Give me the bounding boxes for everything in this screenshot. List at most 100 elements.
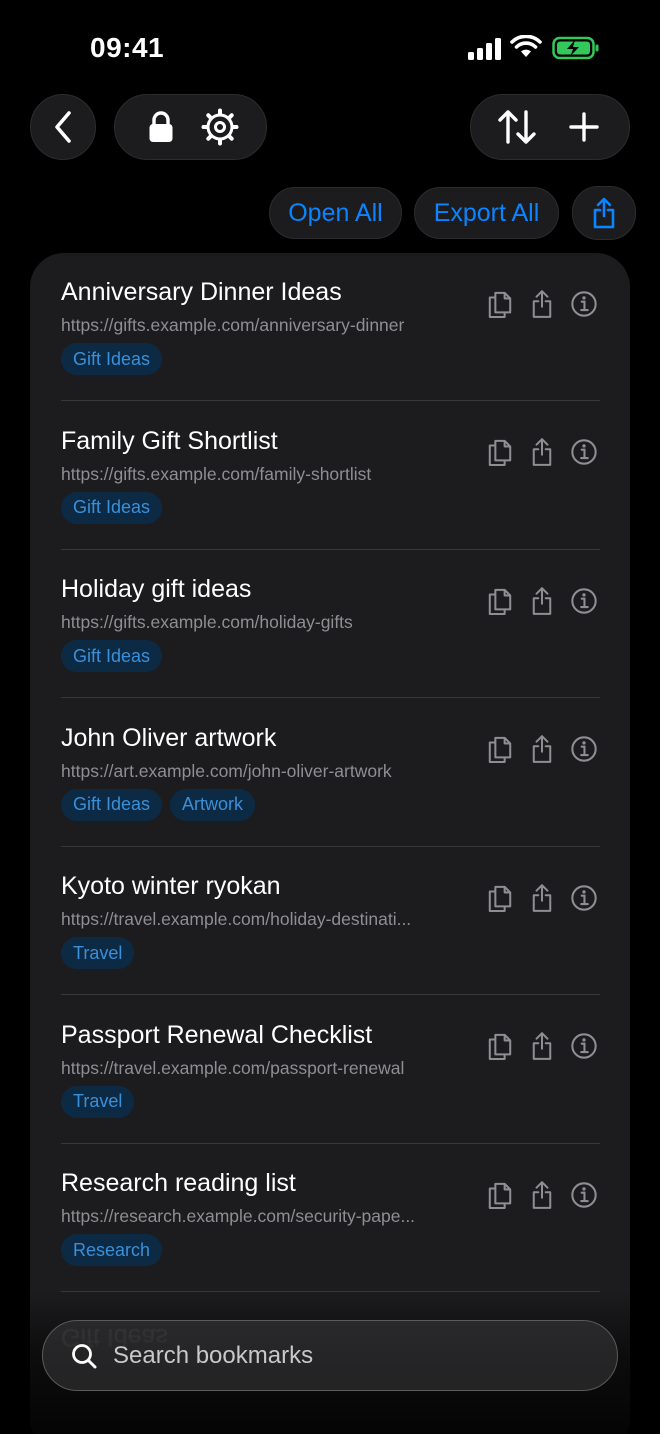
info-button[interactable] bbox=[569, 586, 599, 620]
bookmark-title: Holiday gift ideas bbox=[61, 575, 252, 603]
share-button[interactable] bbox=[527, 1180, 557, 1214]
tag-list: Gift Ideas bbox=[61, 491, 163, 524]
info-icon bbox=[570, 290, 598, 323]
search-icon bbox=[72, 1343, 97, 1368]
copy-button[interactable] bbox=[485, 586, 515, 620]
tag-chip[interactable]: Gift Ideas bbox=[61, 788, 163, 821]
tag-chip[interactable]: Gift Ideas bbox=[61, 343, 163, 375]
tag-chip[interactable]: Gift Ideas bbox=[61, 640, 163, 672]
bookmark-title: Passport Renewal Checklist bbox=[61, 1020, 373, 1049]
copy-button[interactable] bbox=[485, 1180, 515, 1214]
bookmark-url: https://travel.example.com/passport-rene… bbox=[61, 1057, 405, 1078]
bookmark-url: https://research.example.com/security-pa… bbox=[61, 1206, 416, 1226]
share-button[interactable] bbox=[527, 289, 557, 323]
info-button[interactable] bbox=[569, 735, 599, 769]
row-actions bbox=[485, 438, 599, 472]
share-all-button[interactable] bbox=[572, 186, 636, 240]
bookmark-url: https://gifts.example.com/holiday-gifts bbox=[61, 612, 353, 632]
bookmark-title: Anniversary Dinner Ideas bbox=[61, 278, 342, 306]
share-icon bbox=[531, 1031, 553, 1066]
tag-chip[interactable]: Travel bbox=[61, 937, 135, 969]
info-icon bbox=[570, 1032, 598, 1065]
bookmark-title: Research reading list bbox=[61, 1169, 296, 1197]
row-actions bbox=[485, 1180, 599, 1214]
share-icon bbox=[531, 734, 553, 769]
info-button[interactable] bbox=[569, 438, 599, 472]
open-all-button[interactable]: Open All bbox=[269, 187, 402, 239]
info-button[interactable] bbox=[569, 883, 599, 917]
info-button[interactable] bbox=[569, 1180, 599, 1214]
copy-icon bbox=[487, 586, 513, 621]
search-bar[interactable] bbox=[42, 1320, 618, 1391]
share-button[interactable] bbox=[527, 735, 557, 769]
chevron-left-icon bbox=[55, 111, 71, 143]
add-bookmark-button[interactable] bbox=[562, 105, 606, 149]
share-button[interactable] bbox=[527, 438, 557, 472]
copy-button[interactable] bbox=[485, 735, 515, 769]
bookmark-row[interactable]: Passport Renewal Checklist https://trave… bbox=[30, 996, 630, 1144]
copy-button[interactable] bbox=[485, 289, 515, 323]
tag-list: Gift Ideas bbox=[61, 640, 163, 672]
share-icon bbox=[531, 883, 553, 918]
row-actions bbox=[485, 1032, 599, 1066]
bookmark-row[interactable]: Family Gift Shortlist https://gifts.exam… bbox=[30, 402, 630, 550]
row-actions bbox=[485, 883, 599, 917]
bookmark-row[interactable]: John Oliver artwork https://art.example.… bbox=[30, 699, 630, 847]
copy-icon bbox=[487, 734, 513, 769]
share-button[interactable] bbox=[527, 1032, 557, 1066]
info-icon bbox=[570, 1181, 598, 1214]
info-icon bbox=[570, 884, 598, 917]
tag-chip[interactable]: Gift Ideas bbox=[61, 491, 163, 524]
copy-button[interactable] bbox=[485, 438, 515, 472]
info-icon bbox=[570, 438, 598, 471]
tag-list: Travel bbox=[61, 1085, 135, 1118]
tag-chip[interactable]: Artwork bbox=[170, 788, 256, 821]
bookmark-url: https://art.example.com/john-oliver-artw… bbox=[61, 760, 392, 781]
bookmark-row[interactable]: Kyoto winter ryokan https://travel.examp… bbox=[30, 847, 630, 995]
share-button[interactable] bbox=[527, 883, 557, 917]
info-button[interactable] bbox=[569, 1032, 599, 1066]
tag-chip[interactable]: Research bbox=[61, 1234, 163, 1266]
copy-icon bbox=[487, 883, 513, 918]
copy-button[interactable] bbox=[485, 883, 515, 917]
row-actions bbox=[485, 735, 599, 769]
status-bar: 09:41 bbox=[0, 0, 660, 96]
copy-icon bbox=[487, 1031, 513, 1066]
copy-icon bbox=[487, 437, 513, 472]
row-divider bbox=[61, 1291, 600, 1292]
bookmark-row[interactable]: Anniversary Dinner Ideas https://gifts.e… bbox=[30, 253, 630, 401]
share-button[interactable] bbox=[527, 586, 557, 620]
share-icon bbox=[531, 289, 553, 324]
sort-button[interactable] bbox=[495, 105, 539, 149]
back-button[interactable] bbox=[30, 94, 96, 160]
bookmark-list: Anniversary Dinner Ideas https://gifts.e… bbox=[30, 253, 630, 1434]
tag-list: Travel bbox=[61, 937, 135, 969]
row-actions bbox=[485, 289, 599, 323]
bookmark-url: https://travel.example.com/holiday-desti… bbox=[61, 909, 412, 929]
copy-button[interactable] bbox=[485, 1032, 515, 1066]
tag-chip[interactable]: Travel bbox=[61, 1085, 135, 1118]
bookmark-title: Family Gift Shortlist bbox=[61, 426, 278, 455]
info-button[interactable] bbox=[569, 289, 599, 323]
bookmark-row[interactable]: Research reading list https://research.e… bbox=[30, 1144, 630, 1292]
bookmark-row[interactable]: Holiday gift ideas https://gifts.example… bbox=[30, 550, 630, 698]
search-input[interactable] bbox=[113, 1341, 553, 1370]
bookmark-url: https://gifts.example.com/anniversary-di… bbox=[61, 315, 405, 335]
lock-icon bbox=[149, 111, 173, 142]
settings-button[interactable] bbox=[198, 105, 242, 149]
bookmark-url: https://gifts.example.com/family-shortli… bbox=[61, 463, 372, 484]
gear-icon bbox=[201, 108, 239, 146]
copy-icon bbox=[487, 289, 513, 324]
status-time: 09:41 bbox=[90, 32, 165, 63]
right-toolbar-group bbox=[470, 94, 630, 160]
plus-icon bbox=[568, 112, 599, 142]
bookmark-title: John Oliver artwork bbox=[61, 723, 277, 752]
battery-charging-icon bbox=[552, 36, 599, 60]
export-all-button[interactable]: Export All bbox=[414, 187, 559, 239]
share-icon bbox=[593, 197, 615, 229]
copy-icon bbox=[487, 1180, 513, 1215]
tag-list: Gift Ideas bbox=[61, 343, 163, 375]
share-icon bbox=[531, 1180, 553, 1215]
lock-button[interactable] bbox=[139, 105, 183, 149]
share-icon bbox=[531, 586, 553, 621]
